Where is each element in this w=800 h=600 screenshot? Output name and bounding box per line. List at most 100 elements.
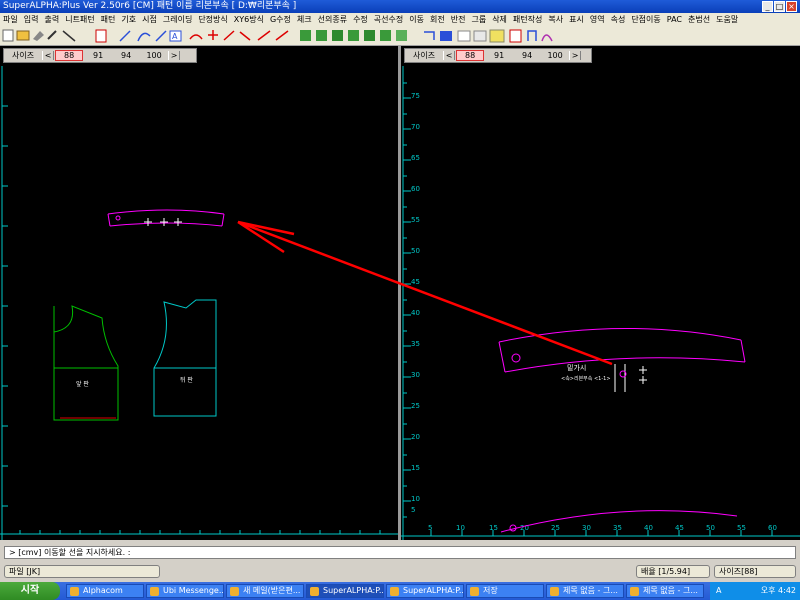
menu-check[interactable]: 체크: [294, 13, 315, 27]
x-tick-label: 25: [551, 524, 560, 532]
taskbar-item[interactable]: Alphacom: [66, 584, 144, 598]
close-button[interactable]: ×: [786, 1, 797, 12]
menu-help[interactable]: 도움말: [713, 13, 741, 27]
menu-symbol[interactable]: 기호: [118, 13, 139, 27]
band-label-1: 밑가시: [567, 363, 586, 372]
y-tick-label: 30: [411, 371, 420, 379]
menu-xy-method[interactable]: XY6방식: [231, 13, 267, 27]
menu-display[interactable]: 표시: [566, 13, 587, 27]
y-tick-label: 50: [411, 247, 420, 255]
taskbar-item[interactable]: SuperALPHA:P...: [306, 584, 384, 598]
right-canvas[interactable]: 75 70 65 60 55 50 45 40 35 30 25 20 15 1…: [401, 46, 800, 540]
menu-bar: 파일 입력 출력 니트패턴 패턴 기호 시접 그레이딩 단정방식 XY6방식 G…: [0, 13, 800, 27]
menu-move[interactable]: 이동: [406, 13, 427, 27]
left-ribbon-band-piece[interactable]: [107, 209, 225, 227]
right-ribbon-band-piece[interactable]: [498, 328, 746, 392]
minimize-button[interactable]: _: [762, 1, 773, 12]
start-button[interactable]: 시작: [0, 582, 60, 600]
menu-knit-pattern[interactable]: 니트패턴: [62, 13, 97, 27]
app-icon: [70, 587, 79, 596]
toolbar-icons[interactable]: A: [2, 29, 553, 43]
menu-create-pattern[interactable]: 패턴작성: [510, 13, 545, 27]
menu-point-move[interactable]: 단점이동: [628, 13, 663, 27]
folder-icon: [470, 587, 479, 596]
right-ruler-vertical: [402, 66, 411, 540]
x-tick-label: 50: [706, 524, 715, 532]
paint-icon: [630, 587, 639, 596]
left-ruler-vertical: [1, 66, 8, 540]
left-canvas[interactable]: 앞 판 뒤 판: [0, 46, 398, 540]
front-piece-label: 앞 판: [76, 380, 89, 388]
app-icon: [150, 587, 159, 596]
app-icon: [310, 587, 319, 596]
menu-flip[interactable]: 반전: [448, 13, 469, 27]
y-tick-label: 75: [411, 92, 420, 100]
menu-pac[interactable]: PAC: [664, 13, 685, 27]
app-icon: [230, 587, 239, 596]
menu-group[interactable]: 그룹: [468, 13, 489, 27]
menu-edit[interactable]: 수정: [350, 13, 371, 27]
x-tick-label: 60: [768, 524, 777, 532]
left-ruler-horizontal: [0, 530, 398, 535]
taskbar-item[interactable]: 새 메일(받은편...: [226, 584, 304, 598]
y-tick-label: 25: [411, 402, 420, 410]
right-ruler-labels: 75 70 65 60 55 50 45 40 35 30 25 20 15 1…: [411, 92, 420, 514]
menu-line-type[interactable]: 선의종류: [315, 13, 350, 27]
right-ruler-x-labels: 5 10 15 20 25 30 35 40 45 50 55 60: [428, 524, 777, 532]
y-tick-label: 35: [411, 340, 420, 348]
menu-delete[interactable]: 삭제: [489, 13, 510, 27]
menu-g-edit[interactable]: G수정: [267, 13, 294, 27]
command-input[interactable]: > [cmv] 이동할 선을 지시하세요. :: [4, 546, 796, 559]
status-bar: 파일 [JK] 배율 [1/5.94] 사이즈[88]: [0, 564, 800, 580]
y-tick-label: 45: [411, 278, 420, 286]
menu-rotate[interactable]: 회전: [427, 13, 448, 27]
x-tick-label: 45: [675, 524, 684, 532]
y-tick-label: 20: [411, 433, 420, 441]
front-pattern-piece[interactable]: [53, 305, 119, 421]
y-tick-label: 10: [411, 495, 420, 503]
menu-copy[interactable]: 복사: [545, 13, 566, 27]
x-tick-label: 30: [582, 524, 591, 532]
menu-properties[interactable]: 속성: [608, 13, 629, 27]
menu-pattern[interactable]: 패턴: [98, 13, 119, 27]
status-scale: 배율 [1/5.94]: [636, 565, 710, 578]
back-pattern-piece[interactable]: [153, 299, 217, 417]
back-piece-label: 뒤 판: [180, 376, 193, 384]
menu-grading[interactable]: 그레이딩: [160, 13, 195, 27]
y-tick-label: 40: [411, 309, 420, 317]
menu-output[interactable]: 출력: [41, 13, 62, 27]
taskbar-item[interactable]: SuperALPHA:P...: [386, 584, 464, 598]
menu-input[interactable]: 입력: [21, 13, 42, 27]
y-tick-label: 55: [411, 216, 420, 224]
x-tick-label: 5: [428, 524, 432, 532]
maximize-button[interactable]: □: [774, 1, 785, 12]
taskbar-item[interactable]: 제목 없음 - 그...: [626, 584, 704, 598]
language-indicator[interactable]: A: [716, 582, 721, 600]
band-label-2: <속>리본부속 <1-1>: [561, 375, 611, 382]
status-file: 파일 [JK]: [4, 565, 160, 578]
x-tick-label: 35: [613, 524, 622, 532]
menu-file[interactable]: 파일: [0, 13, 21, 27]
taskbar: 시작 Alphacom Ubi Messenge... 새 메일(받은편... …: [0, 582, 800, 600]
x-tick-label: 15: [489, 524, 498, 532]
y-tick-label: 5: [411, 506, 415, 514]
menu-normal[interactable]: 춘법선: [685, 13, 713, 27]
taskbar-item[interactable]: 저장: [466, 584, 544, 598]
y-tick-label: 60: [411, 185, 420, 193]
title-bar: SuperALPHA:Plus Ver 2.50r6 [CM] 패턴 이름 리본…: [0, 0, 800, 13]
y-tick-label: 70: [411, 123, 420, 131]
right-drawing-panel[interactable]: 사이즈 < 88 91 94 100 > 75 70 65 60 55 50 4…: [401, 46, 800, 540]
toolbar: A: [0, 27, 800, 46]
taskbar-item[interactable]: 제목 없음 - 그...: [546, 584, 624, 598]
left-drawing-panel[interactable]: 사이즈 < 88 91 94 100 > 앞 판 뒤 판: [0, 46, 398, 540]
x-tick-label: 40: [644, 524, 653, 532]
menu-step-method[interactable]: 단정방식: [195, 13, 230, 27]
window-title: SuperALPHA:Plus Ver 2.50r6 [CM] 패턴 이름 리본…: [3, 1, 297, 11]
svg-text:A: A: [172, 32, 178, 41]
taskbar-item[interactable]: Ubi Messenge...: [146, 584, 224, 598]
y-tick-label: 65: [411, 154, 420, 162]
menu-seam[interactable]: 시접: [139, 13, 160, 27]
menu-area[interactable]: 영역: [587, 13, 608, 27]
status-size: 사이즈[88]: [714, 565, 796, 578]
menu-curve-edit[interactable]: 곡선수정: [371, 13, 406, 27]
